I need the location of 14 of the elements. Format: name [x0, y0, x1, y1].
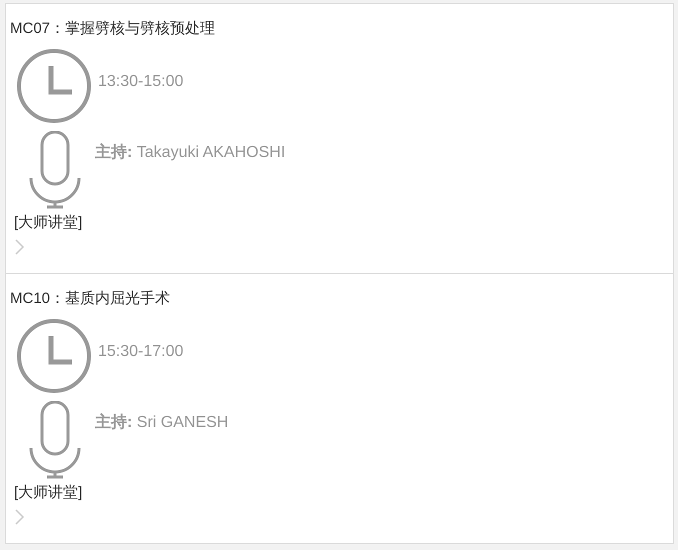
session-tag: [大师讲堂] — [14, 483, 673, 503]
session-time: 13:30-15:00 — [98, 72, 184, 90]
clock-icon — [16, 318, 92, 394]
chevron-right-icon[interactable] — [15, 239, 25, 255]
session-time: 15:30-17:00 — [98, 342, 184, 360]
microphone-icon — [29, 401, 81, 479]
session-title: MC10：基质内屈光手术 — [9, 289, 172, 309]
session-host: 主持: Takayuki AKAHOSHI — [95, 142, 286, 163]
microphone-icon — [29, 131, 81, 209]
session-tag: [大师讲堂] — [14, 213, 673, 233]
chevron-right-icon[interactable] — [15, 509, 25, 525]
clock-icon — [16, 48, 92, 124]
session-host: 主持: Sri GANESH — [95, 412, 228, 433]
session-title: MC07：掌握劈核与劈核预处理 — [9, 19, 216, 39]
